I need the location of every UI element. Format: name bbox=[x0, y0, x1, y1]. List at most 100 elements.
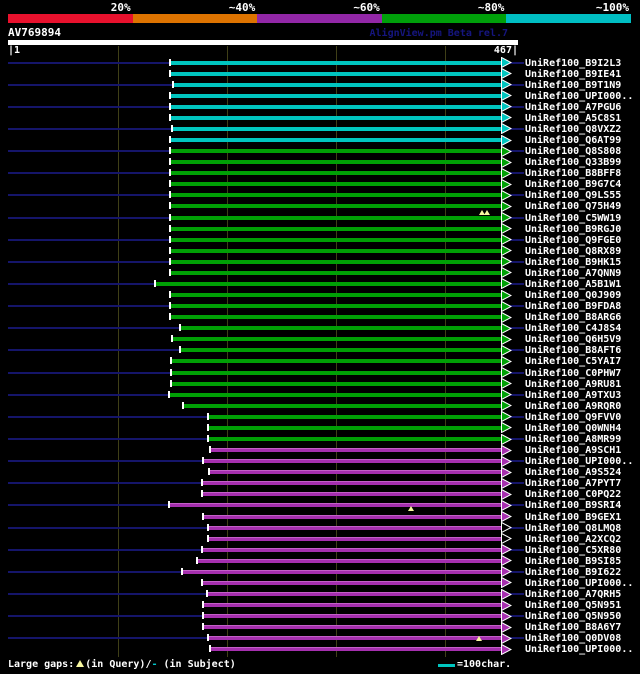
hit-label[interactable]: UniRef100_C0PQ22 bbox=[525, 489, 621, 500]
hit-bar[interactable] bbox=[180, 348, 502, 353]
hit-bar[interactable] bbox=[207, 592, 502, 597]
hit-bar[interactable] bbox=[170, 160, 502, 165]
hit-bar[interactable] bbox=[170, 182, 502, 187]
hit-label[interactable]: UniRef100_A7QRH5 bbox=[525, 589, 621, 600]
hit-bar[interactable] bbox=[170, 204, 502, 209]
hit-label[interactable]: UniRef100_A9SCH1 bbox=[525, 445, 621, 456]
hit-bar[interactable] bbox=[197, 558, 502, 563]
hit-label[interactable]: UniRef100_Q9LS55 bbox=[525, 190, 621, 201]
hit-label[interactable]: UniRef100_Q5N950 bbox=[525, 611, 621, 622]
hit-bar[interactable] bbox=[170, 138, 502, 143]
hit-label[interactable]: UniRef100_A9S524 bbox=[525, 467, 621, 478]
hit-label[interactable]: UniRef100_B8AFT6 bbox=[525, 345, 621, 356]
hit-bar[interactable] bbox=[203, 625, 502, 630]
hit-bar[interactable] bbox=[170, 149, 502, 154]
hit-bar[interactable] bbox=[170, 71, 502, 76]
hit-label[interactable]: UniRef100_C4J8S4 bbox=[525, 323, 621, 334]
hit-label[interactable]: UniRef100_A7QNN9 bbox=[525, 268, 621, 279]
hit-label[interactable]: UniRef100_C0PHW7 bbox=[525, 368, 621, 379]
hit-bar[interactable] bbox=[170, 215, 502, 220]
hit-label[interactable]: UniRef100_B9I2L3 bbox=[525, 58, 621, 69]
hit-label[interactable]: UniRef100_A5C8S1 bbox=[525, 113, 621, 124]
hit-bar[interactable] bbox=[208, 425, 502, 430]
hit-label[interactable]: UniRef100_Q33B99 bbox=[525, 157, 621, 168]
hit-bar[interactable] bbox=[172, 337, 502, 342]
hit-bar[interactable] bbox=[203, 614, 502, 619]
hit-label[interactable]: UniRef100_B9SRI4 bbox=[525, 500, 621, 511]
hit-label[interactable]: UniRef100_B8A6Y7 bbox=[525, 622, 621, 633]
hit-bar[interactable] bbox=[208, 525, 502, 530]
hit-bar[interactable] bbox=[170, 171, 502, 176]
hit-bar[interactable] bbox=[155, 281, 502, 286]
hit-label[interactable]: UniRef100_A9RU81 bbox=[525, 379, 621, 390]
hit-bar[interactable] bbox=[208, 536, 502, 541]
hit-bar[interactable] bbox=[170, 315, 502, 320]
hit-label[interactable]: UniRef100_A9TXU3 bbox=[525, 390, 621, 401]
hit-label[interactable]: UniRef100_C5XR80 bbox=[525, 545, 621, 556]
hit-bar[interactable] bbox=[170, 93, 502, 98]
hit-label[interactable]: UniRef100_B9IE41 bbox=[525, 69, 621, 80]
hit-bar[interactable] bbox=[170, 259, 502, 264]
hit-label[interactable]: UniRef100_Q0DV08 bbox=[525, 633, 621, 644]
hit-bar[interactable] bbox=[208, 414, 502, 419]
hit-bar[interactable] bbox=[171, 370, 502, 375]
hit-bar[interactable] bbox=[170, 60, 502, 65]
hit-label[interactable]: UniRef100_UPI000.. bbox=[525, 456, 633, 467]
hit-bar[interactable] bbox=[172, 126, 502, 131]
hit-bar[interactable] bbox=[170, 104, 502, 109]
hit-label[interactable]: UniRef100_B9RGJ0 bbox=[525, 224, 621, 235]
hit-label[interactable]: UniRef100_C5WW19 bbox=[525, 213, 621, 224]
hit-label[interactable]: UniRef100_Q0WNH4 bbox=[525, 423, 621, 434]
hit-label[interactable]: UniRef100_Q5N951 bbox=[525, 600, 621, 611]
hit-bar[interactable] bbox=[169, 503, 502, 508]
hit-label[interactable]: UniRef100_UPI000.. bbox=[525, 644, 633, 655]
hit-label[interactable]: UniRef100_Q8LMQ8 bbox=[525, 523, 621, 534]
hit-label[interactable]: UniRef100_A7PYT7 bbox=[525, 478, 621, 489]
hit-bar[interactable] bbox=[203, 514, 502, 519]
hit-bar[interactable] bbox=[210, 448, 502, 453]
hit-bar[interactable] bbox=[171, 381, 502, 386]
hit-label[interactable]: UniRef100_B9SI85 bbox=[525, 556, 621, 567]
hit-bar[interactable] bbox=[170, 115, 502, 120]
hit-bar[interactable] bbox=[180, 326, 502, 331]
hit-bar[interactable] bbox=[210, 647, 502, 652]
hit-bar[interactable] bbox=[170, 237, 502, 242]
hit-label[interactable]: UniRef100_B8ARG6 bbox=[525, 312, 621, 323]
hit-label[interactable]: UniRef100_C5YAI7 bbox=[525, 356, 621, 367]
hit-label[interactable]: UniRef100_Q8VXZ2 bbox=[525, 124, 621, 135]
hit-bar[interactable] bbox=[182, 569, 502, 574]
hit-bar[interactable] bbox=[170, 248, 502, 253]
hit-label[interactable]: UniRef100_A7PGU6 bbox=[525, 102, 621, 113]
hit-label[interactable]: UniRef100_B9HK15 bbox=[525, 257, 621, 268]
hit-bar[interactable] bbox=[170, 304, 502, 309]
hit-label[interactable]: UniRef100_A9RQR0 bbox=[525, 401, 621, 412]
hit-label[interactable]: UniRef100_Q8RX89 bbox=[525, 246, 621, 257]
hit-bar[interactable] bbox=[208, 437, 502, 442]
hit-bar[interactable] bbox=[169, 392, 502, 397]
hit-bar[interactable] bbox=[170, 226, 502, 231]
hit-bar[interactable] bbox=[183, 403, 502, 408]
hit-label[interactable]: UniRef100_Q8S808 bbox=[525, 146, 621, 157]
hit-label[interactable]: UniRef100_B9G7C4 bbox=[525, 179, 621, 190]
hit-label[interactable]: UniRef100_B9FDA8 bbox=[525, 301, 621, 312]
hit-label[interactable]: UniRef100_UPI000.. bbox=[525, 91, 633, 102]
hit-label[interactable]: UniRef100_Q6AT99 bbox=[525, 135, 621, 146]
hit-bar[interactable] bbox=[202, 580, 502, 585]
hit-label[interactable]: UniRef100_A8MR99 bbox=[525, 434, 621, 445]
hit-label[interactable]: UniRef100_A5B1W1 bbox=[525, 279, 621, 290]
hit-label[interactable]: UniRef100_Q6H5V9 bbox=[525, 334, 621, 345]
hit-label[interactable]: UniRef100_Q9FGE0 bbox=[525, 235, 621, 246]
hit-bar[interactable] bbox=[173, 82, 502, 87]
hit-bar[interactable] bbox=[171, 359, 502, 364]
hit-bar[interactable] bbox=[202, 481, 502, 486]
hit-bar[interactable] bbox=[170, 293, 502, 298]
hit-bar[interactable] bbox=[170, 193, 502, 198]
hit-bar[interactable] bbox=[202, 547, 502, 552]
hit-bar[interactable] bbox=[208, 636, 502, 641]
hit-label[interactable]: UniRef100_B9T1N9 bbox=[525, 80, 621, 91]
hit-label[interactable]: UniRef100_B8BFF8 bbox=[525, 168, 621, 179]
hit-label[interactable]: UniRef100_B9I622 bbox=[525, 567, 621, 578]
hit-label[interactable]: UniRef100_A2XCQ2 bbox=[525, 534, 621, 545]
hit-bar[interactable] bbox=[202, 492, 502, 497]
hit-label[interactable]: UniRef100_B9GEX1 bbox=[525, 512, 621, 523]
